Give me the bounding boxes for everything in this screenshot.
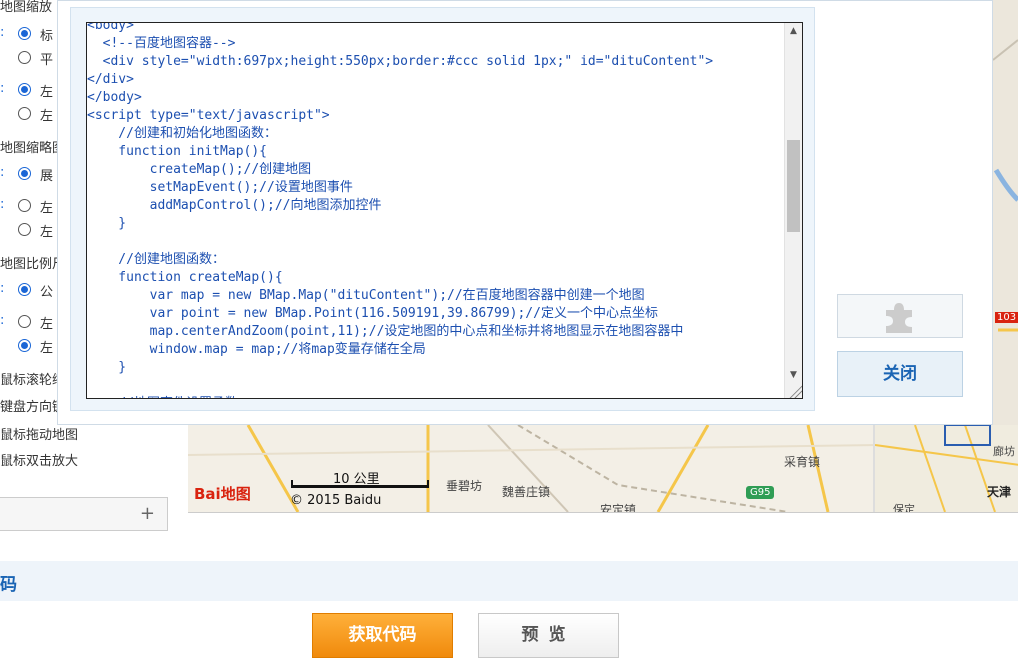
puzzle-icon bbox=[886, 303, 912, 333]
radio-overview-3[interactable] bbox=[18, 223, 31, 236]
radio-label: 展 bbox=[40, 169, 54, 184]
code-line: setMapEvent();//设置地图事件 bbox=[87, 180, 353, 195]
plugin-button[interactable] bbox=[837, 294, 963, 338]
code-line: //创建地图函数： bbox=[87, 252, 225, 267]
code-line: function createMap(){ bbox=[87, 270, 283, 285]
code-scrollbar[interactable]: ▲ ▼ bbox=[784, 23, 802, 398]
section-heading-scale: 地图比例尺 bbox=[0, 257, 66, 272]
code-line: <script type="text/javascript"> bbox=[87, 108, 330, 123]
map-place-label: 垂碧坊 bbox=[446, 479, 483, 493]
code-line: createMap();//创建地图 bbox=[87, 162, 312, 177]
code-lines: <body> <!--百度地图容器--> <div style="width:6… bbox=[87, 22, 784, 398]
code-line: <body> bbox=[87, 22, 134, 33]
add-control-bar[interactable]: + bbox=[0, 497, 168, 531]
code-dialog: <body> <!--百度地图容器--> <div style="width:6… bbox=[57, 0, 993, 425]
radio-label: 公 bbox=[40, 285, 54, 300]
code-line: addMapControl();//向地图添加控件 bbox=[87, 198, 382, 213]
code-line: <!--百度地图容器--> bbox=[87, 36, 236, 51]
option-drag[interactable]: 鼠标拖动地图 bbox=[0, 424, 78, 443]
radio-label: 左 bbox=[40, 201, 54, 216]
radio-zoom-pos-1[interactable] bbox=[18, 83, 31, 96]
map-roads-graphic bbox=[993, 39, 1018, 332]
radio-overview-1[interactable] bbox=[18, 167, 31, 180]
close-button[interactable]: 关闭 bbox=[837, 351, 963, 397]
label-colon: : bbox=[0, 197, 5, 212]
resize-handle-icon[interactable] bbox=[788, 384, 802, 398]
radio-zoom-style-2[interactable] bbox=[18, 51, 31, 64]
code-line: </div> bbox=[87, 72, 134, 87]
get-code-button[interactable]: 获取代码 bbox=[312, 613, 453, 658]
label-colon: : bbox=[0, 313, 5, 328]
code-line: //创建和初始化地图函数： bbox=[87, 126, 277, 141]
map-place-label: 保定 bbox=[893, 503, 915, 513]
code-line: //地图事件设置函数： bbox=[87, 395, 784, 398]
section-heading-overview: 地图缩略图 bbox=[0, 141, 66, 156]
scroll-up-icon[interactable]: ▲ bbox=[785, 23, 802, 40]
radio-label: 左 bbox=[40, 85, 54, 100]
label-colon: : bbox=[0, 25, 5, 40]
scale-bar bbox=[291, 480, 429, 488]
radio-scale-1[interactable] bbox=[18, 283, 31, 296]
map-copyright: © 2015 Baidu bbox=[290, 493, 382, 508]
scroll-thumb[interactable] bbox=[787, 140, 800, 232]
map-place-label: 魏善庄镇 bbox=[502, 485, 551, 499]
section-header: 码 bbox=[0, 561, 1018, 601]
radio-zoom-pos-2[interactable] bbox=[18, 107, 31, 120]
section-title: 码 bbox=[0, 575, 17, 595]
code-line: } bbox=[87, 216, 127, 231]
radio-label: 左 bbox=[40, 225, 54, 240]
map-place-label: 廊坊 bbox=[993, 445, 1015, 458]
map-place-label: 采育镇 bbox=[784, 455, 821, 469]
radio-scale-3[interactable] bbox=[18, 339, 31, 352]
radio-scale-2[interactable] bbox=[18, 315, 31, 328]
code-line: </body> bbox=[87, 90, 142, 105]
baidu-logo: Bai地图 bbox=[194, 485, 251, 503]
label-colon: : bbox=[0, 81, 5, 96]
option-keyboard[interactable]: 键盘方向键 bbox=[0, 396, 65, 415]
code-line: var point = new BMap.Point(116.509191,39… bbox=[87, 306, 658, 321]
label-colon: : bbox=[0, 281, 5, 296]
radio-overview-2[interactable] bbox=[18, 199, 31, 212]
option-scroll-zoom[interactable]: 鼠标滚轮缩 bbox=[0, 369, 65, 388]
road-badge: G95 bbox=[746, 486, 775, 499]
code-panel: <body> <!--百度地图容器--> <div style="width:6… bbox=[70, 7, 815, 411]
code-line: window.map = map;//将map变量存储在全局 bbox=[87, 342, 426, 357]
map-right-edge: 103 bbox=[993, 0, 1018, 425]
scroll-down-icon[interactable]: ▼ bbox=[785, 367, 802, 384]
radio-label: 左 bbox=[40, 341, 54, 356]
radio-label: 标 bbox=[40, 29, 54, 44]
map-canvas[interactable]: Bai地图 10 公里 © 2015 Baidu 垂碧坊 魏善庄镇 采育镇 安定… bbox=[188, 425, 1018, 513]
radio-zoom-style-1[interactable] bbox=[18, 27, 31, 40]
radio-label: 左 bbox=[40, 317, 54, 332]
road-badge: 103 bbox=[995, 312, 1018, 323]
radio-label: 平 bbox=[40, 53, 54, 68]
section-heading-zoom: 地图缩放 bbox=[0, 0, 53, 15]
radio-label: 左 bbox=[40, 109, 54, 124]
overview-minimap[interactable]: 天津 廊坊 保定 bbox=[873, 425, 1018, 512]
code-textarea[interactable]: <body> <!--百度地图容器--> <div style="width:6… bbox=[86, 22, 803, 399]
code-line: function initMap(){ bbox=[87, 144, 268, 159]
label-colon: : bbox=[0, 165, 5, 180]
code-line: } bbox=[87, 360, 127, 375]
code-line: map.centerAndZoom(point,11);//设定地图的中心点和坐… bbox=[87, 324, 684, 339]
code-line: <div style="width:697px;height:550px;bor… bbox=[87, 54, 714, 69]
map-place-label: 安定镇 bbox=[600, 503, 637, 513]
option-double-click[interactable]: 鼠标双击放大 bbox=[0, 450, 78, 469]
map-place-label: 天津 bbox=[987, 485, 1012, 499]
plus-icon: + bbox=[139, 503, 155, 524]
preview-button[interactable]: 预览 bbox=[478, 613, 619, 658]
code-line: var map = new BMap.Map("dituContent");//… bbox=[87, 288, 645, 303]
